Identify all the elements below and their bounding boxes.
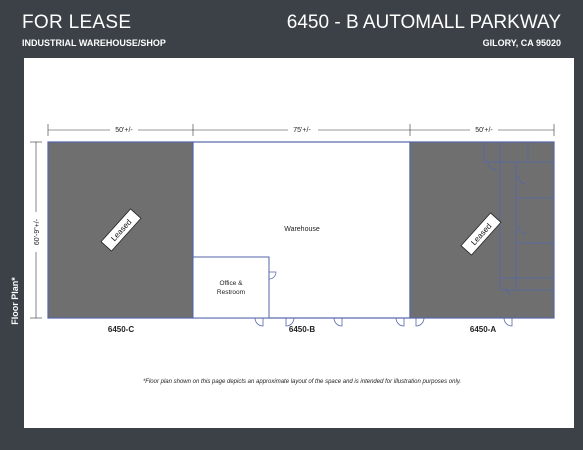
- dimension-right-label: 50'+/-: [475, 127, 493, 134]
- dimension-height-label: 60'-9"+/-: [34, 218, 41, 245]
- office-label-line1: Office &: [219, 280, 243, 287]
- city-state-zip: GILORY, CA 95020: [482, 38, 561, 48]
- warehouse-label: Warehouse: [284, 226, 320, 233]
- side-bar: Floor Plan*: [0, 56, 24, 428]
- address: 6450 - B AUTOMALL PARKWAY: [286, 12, 561, 33]
- unit-c-label: 6450-C: [108, 325, 134, 334]
- office-label-line2: Restroom: [217, 289, 245, 296]
- floor-plan-drawing: 50'+/- 75'+/- 50'+/- 60'-9"+/- Leased Wa…: [30, 124, 555, 385]
- dimension-mid-label: 75'+/-: [293, 127, 311, 134]
- floor-plan-label: Floor Plan*: [10, 277, 20, 325]
- property-type: INDUSTRIAL WAREHOUSE/SHOP: [22, 38, 166, 48]
- unit-b-label: 6450-B: [289, 325, 315, 334]
- header: FOR LEASE INDUSTRIAL WAREHOUSE/SHOP 6450…: [0, 0, 583, 56]
- listing-type: FOR LEASE: [22, 12, 132, 33]
- disclaimer-footnote: *Floor plan shown on this page depicts a…: [143, 379, 461, 385]
- unit-a-label: 6450-A: [470, 325, 496, 334]
- office-restroom-room: [192, 256, 270, 319]
- dimension-left-label: 50'+/-: [115, 127, 133, 134]
- floor-plan-page: 50'+/- 75'+/- 50'+/- 60'-9"+/- Leased Wa…: [24, 58, 574, 428]
